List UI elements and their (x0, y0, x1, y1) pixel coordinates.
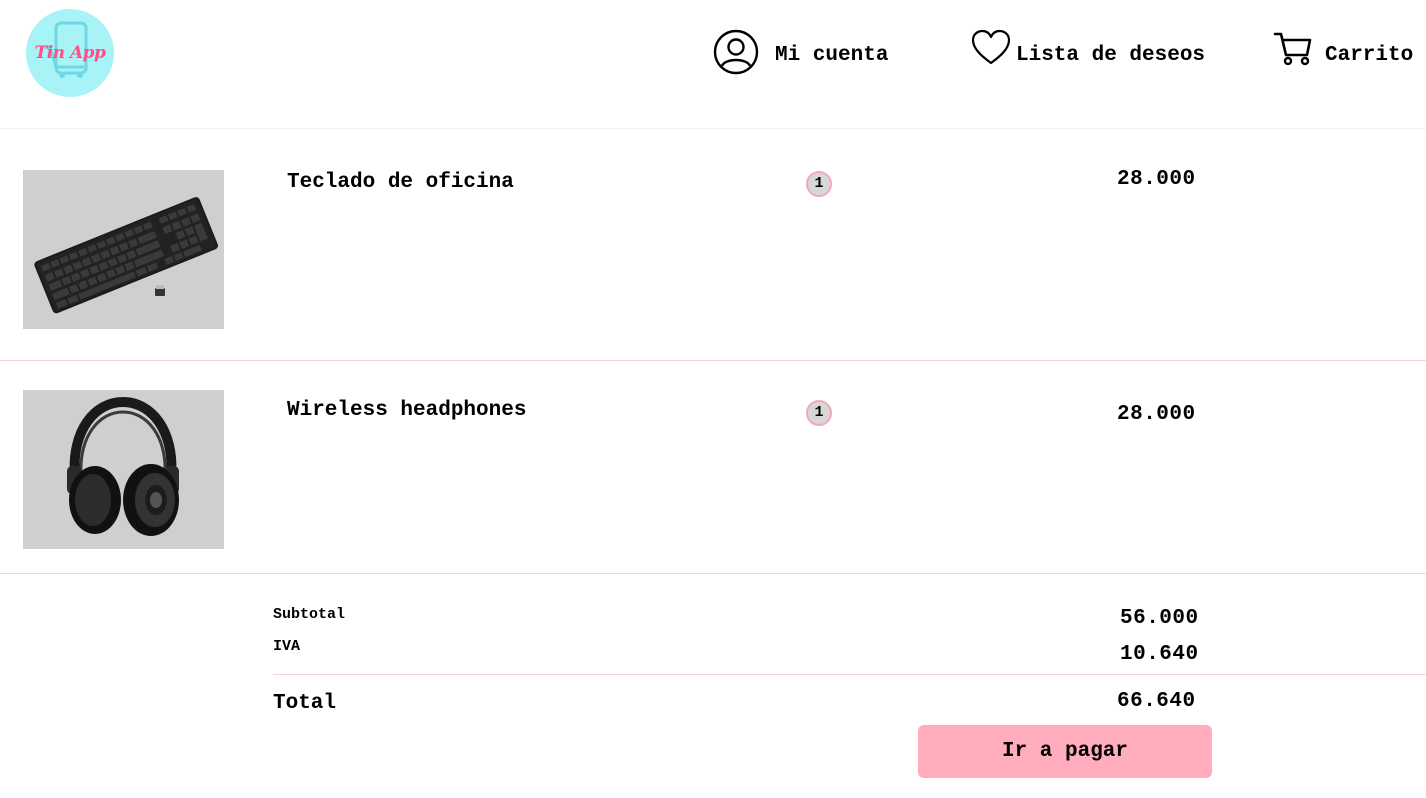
item-name[interactable]: Teclado de oficina (287, 171, 514, 194)
headphones-image[interactable] (23, 390, 224, 549)
subtotal-value: 56.000 (1120, 607, 1199, 630)
nav-my-account[interactable]: Mi cuenta (713, 29, 889, 82)
user-circle-icon (713, 29, 759, 82)
item-name[interactable]: Wireless headphones (287, 399, 526, 422)
keyboard-image[interactable] (23, 170, 224, 329)
iva-value: 10.640 (1120, 643, 1199, 666)
cart-item-row: Teclado de oficina 1 28.000 (0, 128, 1426, 361)
total-label: Total (273, 692, 337, 715)
nav-cart[interactable]: Carrito (1273, 30, 1413, 80)
item-price: 28.000 (1117, 403, 1196, 426)
subtotal-label: Subtotal (273, 606, 346, 623)
nav-cart-label: Carrito (1325, 43, 1414, 67)
item-price: 28.000 (1117, 168, 1196, 191)
logo-text: Tin App (34, 43, 106, 63)
iva-label: IVA (273, 638, 301, 655)
summary-divider (273, 674, 1426, 675)
logo[interactable]: Tin App (26, 9, 114, 97)
quantity-badge[interactable]: 1 (806, 171, 832, 197)
quantity-badge[interactable]: 1 (806, 400, 832, 426)
shopping-cart-icon (1273, 29, 1313, 74)
cart-page: Tin App Mi cuenta Lista de deseos Carrit… (0, 0, 1426, 798)
heart-icon (970, 28, 1012, 73)
total-value: 66.640 (1117, 690, 1196, 713)
checkout-button[interactable]: Ir a pagar (918, 725, 1212, 778)
cart-item-row: Wireless headphones 1 28.000 (0, 361, 1426, 574)
nav-wishlist[interactable]: Lista de deseos (970, 28, 1206, 80)
nav-my-account-label: Mi cuenta (775, 43, 889, 67)
site-header: Tin App Mi cuenta Lista de deseos Carrit… (0, 0, 1426, 129)
nav-wishlist-label: Lista de deseos (1016, 43, 1206, 67)
